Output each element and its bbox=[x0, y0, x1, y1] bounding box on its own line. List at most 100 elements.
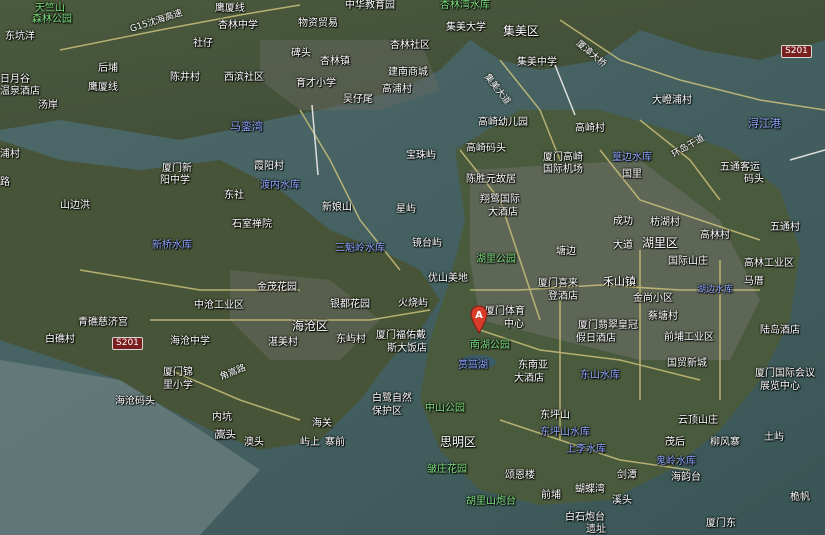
label-yucai-primary: 育才小学 bbox=[296, 78, 336, 89]
label-gaolin-industrial: 高林工业区 bbox=[744, 258, 794, 269]
label-haicang-industrial: 中沧工业区 bbox=[194, 300, 244, 311]
label-yundang-lake: 筼筜湖 bbox=[458, 360, 488, 371]
label-exhibition-center: 展览中心 bbox=[760, 381, 800, 392]
label-jiannan-mall: 建南商城 bbox=[388, 67, 428, 78]
label-dongkengyang: 东坑洋 bbox=[5, 31, 35, 42]
label-grand-hotel: 大酒店 bbox=[488, 207, 518, 218]
label-baijiao-village: 白礁村 bbox=[45, 334, 75, 345]
label-tangbian: 塘边 bbox=[556, 246, 576, 257]
label-chenshengyuan-residence: 陈胜元故居 bbox=[466, 174, 516, 185]
route-shield-s201-west: S201 bbox=[112, 337, 143, 350]
label-gaoqi-village: 高崎村 bbox=[575, 123, 605, 134]
label-xinglinwan-reservoir: 杏林湾水库 bbox=[440, 0, 490, 11]
label-dunei-reservoir: 渡内水库 bbox=[260, 180, 300, 191]
label-dengpu-village: 大嶝浦村 bbox=[652, 95, 692, 106]
label-wuzaiwei: 吴仔尾 bbox=[343, 94, 373, 105]
label-xiamen-jin: 厦门锦 bbox=[163, 367, 193, 378]
label-xibin-community: 西滨社区 bbox=[224, 72, 264, 83]
label-intl-airport: 国际机场 bbox=[543, 164, 583, 175]
label-tuyu: 土屿 bbox=[764, 432, 784, 443]
label-baozhu-island: 宝珠屿 bbox=[406, 150, 436, 161]
label-yizhi: 遗址 bbox=[586, 524, 606, 535]
label-hubian-reservoir: 湖边水库 bbox=[697, 285, 734, 295]
label-youshan-meidi: 优山美地 bbox=[428, 273, 468, 284]
label-hulishan-fort: 胡里山炮台 bbox=[466, 496, 516, 507]
label-dongping-reservoir: 东坪山水库 bbox=[540, 427, 590, 438]
label-haiyuntai: 海韵台 bbox=[671, 472, 701, 483]
label-liufengzhai: 柳风寨 bbox=[710, 437, 740, 448]
label-qianpu-industrial: 前埔工业区 bbox=[664, 332, 714, 343]
label-huli-park: 湖里公园 bbox=[476, 254, 516, 265]
label-jinshang-community: 金尚小区 bbox=[633, 293, 673, 304]
label-xinglin-town: 杏林镇 bbox=[320, 56, 350, 67]
label-gaolin-village: 高林村 bbox=[700, 230, 730, 241]
label-xinqiao-reservoir: 新桥水库 bbox=[152, 240, 192, 251]
label-haicang-district: 海沧区 bbox=[292, 319, 329, 333]
label-xinniang-mountain: 新娘山 bbox=[322, 202, 352, 213]
label-fanghu-village: 枋湖村 bbox=[650, 217, 680, 228]
label-qianpu: 前埔 bbox=[541, 490, 561, 501]
label-jiantan: 剑潭 bbox=[617, 470, 637, 481]
label-xianglu-intl: 翔鹭国际 bbox=[480, 194, 520, 205]
label-yunding-villa: 云顶山庄 bbox=[678, 415, 718, 426]
label-shezai: 社仔 bbox=[193, 38, 213, 49]
label-zhanmei-village: 湛美村 bbox=[268, 337, 298, 348]
label-heshan-town: 禾山镇 bbox=[603, 275, 636, 288]
label-qingjiao-temple: 青礁慈济宫 bbox=[78, 317, 128, 328]
label-neikeng: 内坑 bbox=[212, 412, 232, 423]
label-sankuiling-reservoir: 三魁岭水库 bbox=[335, 243, 385, 254]
label-xinglinzhongxue: 杏林中学 bbox=[218, 20, 258, 31]
label-wutong-passenger: 五通客运 bbox=[720, 162, 760, 173]
label-sida-hotel: 斯大饭店 bbox=[387, 343, 427, 354]
map-view[interactable]: S201 S201 G15沈海高速 集美大道 厦漳大桥 环岛干道 角嵩路 天竺山… bbox=[0, 0, 825, 535]
label-bailu-nature: 白鹭自然 bbox=[372, 393, 412, 404]
label-xiayang-village: 霞阳村 bbox=[254, 161, 284, 172]
label-beitou: 碑头 bbox=[291, 48, 311, 59]
label-macuo: 马厝 bbox=[744, 276, 764, 287]
label-zhaiqian: 寨前 bbox=[325, 437, 345, 448]
label-intl-villa: 国际山庄 bbox=[668, 256, 708, 267]
label-dadao: 大道 bbox=[613, 240, 633, 251]
label-chenggong: 成功 bbox=[613, 216, 633, 227]
label-jimei-district: 集美区 bbox=[503, 24, 540, 38]
label-huoshao-island: 火烧屿 bbox=[398, 298, 428, 309]
label-riyuegu: 日月谷 bbox=[0, 74, 30, 85]
label-haicang-middle: 海沧中学 bbox=[170, 336, 210, 347]
label-gaoqi-pier: 高崎码头 bbox=[466, 143, 506, 154]
label-huangbian-reservoir: 篁边水库 bbox=[612, 152, 652, 163]
label-dongnanya: 东南亚 bbox=[518, 360, 548, 371]
label-xunjiang-port: 浔江港 bbox=[748, 117, 781, 130]
label-wutong-village: 五通村 bbox=[770, 222, 800, 233]
label-shangli-reservoir: 上李水库 bbox=[566, 444, 606, 455]
label-senlingongyuan: 森林公园 bbox=[32, 14, 72, 25]
label-caitang-village: 蔡塘村 bbox=[648, 311, 678, 322]
label-xinglin-community: 杏林社区 bbox=[390, 40, 430, 51]
label-xingyu: 星屿 bbox=[396, 204, 416, 215]
label-maluan-bay: 马銮湾 bbox=[230, 120, 263, 133]
label-matou: 码头 bbox=[744, 174, 764, 185]
label-crowne-plaza: 厦门翡翠皇冠 bbox=[578, 320, 638, 331]
label-pucun: 浦村 bbox=[0, 149, 20, 160]
label-baishi-fort: 白石炮台 bbox=[565, 512, 605, 523]
label-sports-center: 中心 bbox=[504, 319, 524, 330]
label-butterfly-bay: 蝴蝶湾 bbox=[575, 484, 605, 495]
label-protected-area: 保护区 bbox=[372, 406, 402, 417]
label-yingxiaxian: 鹰厦线 bbox=[88, 82, 118, 93]
label-jingtai-island: 镜台屿 bbox=[412, 238, 442, 249]
label-gaopu-village: 高浦村 bbox=[382, 84, 412, 95]
label-xiamen-convention: 厦门国际会议 bbox=[755, 368, 815, 379]
label-zhongshan-park: 中山公园 bbox=[425, 403, 465, 414]
label-dongpingshan: 东坪山 bbox=[540, 410, 570, 421]
label-wenquan-hotel: 温泉酒店 bbox=[0, 86, 40, 97]
label-songtou: 嵩头 bbox=[216, 430, 236, 441]
label-haiguan: 海关 bbox=[312, 418, 332, 429]
location-marker-a[interactable]: A bbox=[470, 305, 488, 335]
label-xiamen-gaoqi: 厦门高崎 bbox=[543, 152, 583, 163]
label-holiday-hotel: 假日酒店 bbox=[576, 333, 616, 344]
label-sheraton-hotel: 登酒店 bbox=[548, 291, 578, 302]
label-ludao-hotel: 陆岛酒店 bbox=[760, 325, 800, 336]
label-shuzhuang-garden: 皱庄花园 bbox=[427, 464, 467, 475]
label-maohou: 茂后 bbox=[665, 437, 685, 448]
label-wuzijiaoyi: 物资贸易 bbox=[298, 18, 338, 29]
label-jinmao-garden: 金茂花园 bbox=[257, 282, 297, 293]
